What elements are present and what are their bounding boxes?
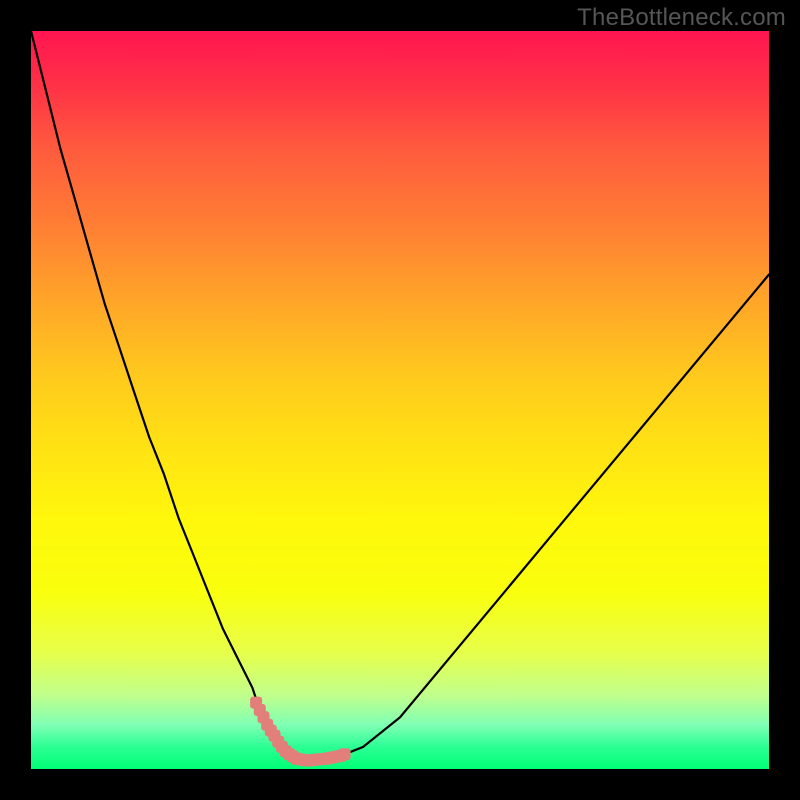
plot-area (31, 31, 769, 769)
highlight-markers (250, 697, 351, 767)
curve-svg (31, 31, 769, 769)
marker-point (339, 748, 351, 760)
chart-frame: TheBottleneck.com (0, 0, 800, 800)
watermark-text: TheBottleneck.com (577, 4, 786, 32)
bottleneck-curve (31, 31, 769, 760)
